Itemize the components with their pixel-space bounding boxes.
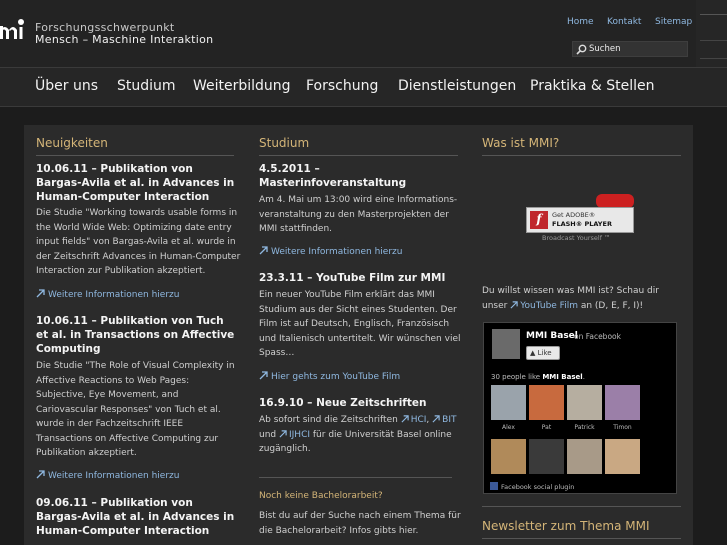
arrow-up-right-icon <box>432 415 440 423</box>
fb-like-count: 30 people like MMI Basel. <box>491 373 585 381</box>
news-headline[interactable]: 10.06.11 – Publikation von Bargas-Avila … <box>36 162 234 204</box>
studium-title: Studium <box>259 136 310 150</box>
bachelor-title[interactable]: Noch keine Bachelorarbeit? <box>259 491 383 501</box>
nav-item-weiterbildung[interactable]: Weiterbildung <box>193 78 291 94</box>
news-headline[interactable]: 10.06.11 – Publikation von Tuch et al. i… <box>36 314 234 356</box>
studium-rule <box>259 155 458 156</box>
flash-icon: f <box>530 211 548 229</box>
news-more-link[interactable]: Weitere Informationen hierzu <box>36 470 179 481</box>
edge-divider <box>700 14 727 15</box>
fb-face-name: Pat <box>541 424 552 431</box>
newsletter-rule-top <box>482 506 681 507</box>
arrow-up-right-icon <box>36 470 45 479</box>
mmi-logo-icon[interactable] <box>0 16 24 44</box>
main-nav: Über uns Studium Weiterbildung Forschung… <box>0 67 727 107</box>
mmi-rule <box>482 155 681 156</box>
fb-face[interactable] <box>567 385 602 420</box>
fb-face[interactable] <box>491 439 526 474</box>
arrow-up-right-icon <box>279 429 287 438</box>
sitemap-link[interactable]: Sitemap <box>655 17 692 27</box>
fb-footer[interactable]: Facebook social plugin <box>490 482 574 491</box>
edge-decoration <box>696 0 727 67</box>
search-icon <box>576 44 587 55</box>
nav-item-praktika[interactable]: Praktika & Stellen <box>530 78 655 94</box>
studium-headline[interactable]: 16.9.10 – Neue Zeitschriften <box>259 396 427 410</box>
bachelor-rule <box>259 477 452 478</box>
newsletter-title: Newsletter zum Thema MMI <box>482 519 650 533</box>
facebook-icon <box>490 482 498 490</box>
news-more-link[interactable]: Weitere Informationen hierzu <box>36 289 179 300</box>
studium-body: Ab sofort sind die Zeitschriften HCI, BI… <box>259 415 457 454</box>
search-input[interactable]: Suchen <box>572 41 688 57</box>
fb-face[interactable] <box>567 439 602 474</box>
kontakt-link[interactable]: Kontakt <box>607 17 641 27</box>
nav-item-forschung[interactable]: Forschung <box>306 78 378 94</box>
nav-item-dienstleistungen[interactable]: Dienstleistungen <box>398 78 516 94</box>
studium-headline[interactable]: 23.3.11 – YouTube Film zur MMI <box>259 271 445 285</box>
youtube-film-link[interactable]: YouTube Film <box>510 301 578 311</box>
home-link[interactable]: Home <box>567 17 594 27</box>
fb-face[interactable] <box>605 385 640 420</box>
fb-like-button[interactable]: ▲ Like <box>526 346 560 360</box>
edge-divider <box>700 40 727 41</box>
thumbs-up-icon: ▲ <box>530 349 536 357</box>
fb-face[interactable] <box>491 385 526 420</box>
fb-on-facebook: on Facebook <box>574 332 621 341</box>
hci-link[interactable]: HCI <box>401 415 426 425</box>
arrow-up-right-icon <box>259 246 268 255</box>
mmi-intro: Du willst wissen was MMI ist? Schau dir … <box>482 286 659 311</box>
nav-item-studium[interactable]: Studium <box>117 78 176 94</box>
arrow-up-right-icon <box>36 289 45 298</box>
fb-face[interactable] <box>605 439 640 474</box>
youtube-logo-icon <box>596 194 634 208</box>
fb-face-name: Patrick <box>574 424 595 431</box>
news-title: Neuigkeiten <box>36 136 108 150</box>
news-rule <box>36 155 234 156</box>
fb-face[interactable] <box>529 385 564 420</box>
nav-item-ueber-uns[interactable]: Über uns <box>35 78 98 94</box>
fb-face-name: Alex <box>502 424 515 431</box>
page-avatar[interactable] <box>492 329 520 359</box>
newsletter-rule <box>482 538 681 539</box>
facebook-like-box: MMI Basel on Facebook ▲ Like 30 people l… <box>483 322 677 494</box>
search-placeholder: Suchen <box>589 44 621 54</box>
studium-headline[interactable]: 4.5.2011 – Masterinfoveranstaltung <box>259 162 406 190</box>
arrow-up-right-icon <box>510 300 518 309</box>
bit-link[interactable]: BIT <box>432 415 457 425</box>
news-body: Die Studie "The Role of Visual Complexit… <box>36 361 235 458</box>
studium-body: Am 4. Mai um 13:00 wird eine Information… <box>259 195 458 234</box>
flash-player-placeholder[interactable]: f Get ADOBE® FLASH® PLAYER Broadcast You… <box>522 194 634 244</box>
arrow-up-right-icon <box>401 415 409 423</box>
studium-more-link[interactable]: Weitere Informationen hierzu <box>259 246 402 257</box>
ijhci-link[interactable]: IJHCI <box>279 430 310 440</box>
arrow-up-right-icon <box>259 371 268 380</box>
mmi-title: Was ist MMI? <box>482 136 560 150</box>
logo-line2: Mensch – Maschine Interaktion <box>35 33 214 46</box>
header: Forschungsschwerpunkt Mensch – Maschine … <box>0 0 727 67</box>
studium-body: Ein neuer YouTube Film erklärt das MMI S… <box>259 290 461 358</box>
bachelor-body: Bist du auf der Suche nach einem Thema f… <box>259 511 461 536</box>
fb-page-name[interactable]: MMI Basel <box>526 331 578 341</box>
fb-face-name: Timon <box>613 424 632 431</box>
news-headline[interactable]: 09.06.11 – Publikation von Bargas-Avila … <box>36 496 234 538</box>
broadcast-yourself-text: Broadcast Yourself ™ <box>542 234 611 242</box>
youtube-film-link[interactable]: Hier gehts zum YouTube Film <box>259 371 400 382</box>
edge-divider <box>700 58 727 59</box>
get-flash-badge[interactable]: f Get ADOBE® FLASH® PLAYER <box>526 207 634 233</box>
news-body: Die Studie "Working towards usable forms… <box>36 208 241 276</box>
fb-face[interactable] <box>529 439 564 474</box>
